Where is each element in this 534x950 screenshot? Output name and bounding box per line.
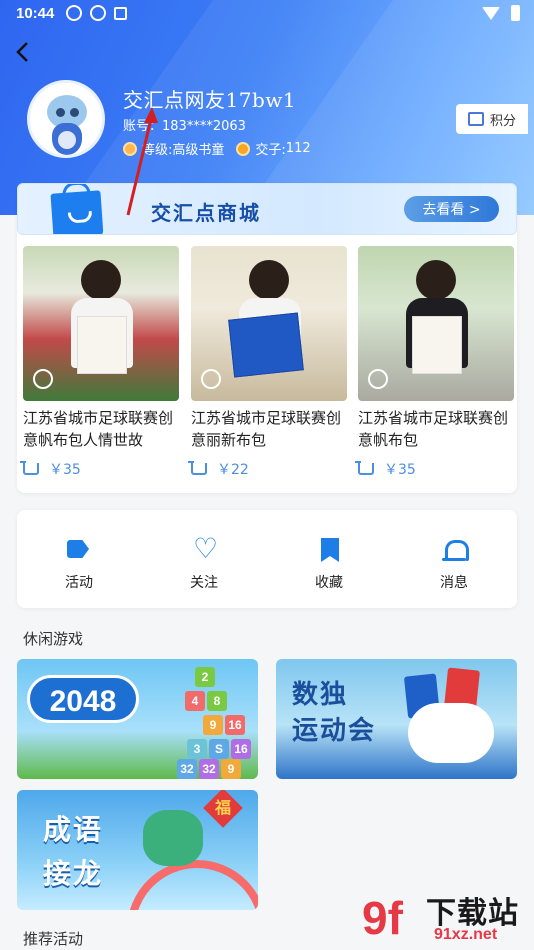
app-notification-icon (114, 7, 127, 20)
cart-icon[interactable] (355, 461, 374, 475)
wifi-icon (482, 7, 500, 20)
product-card[interactable]: 江苏省城市足球联赛创意帆布包人情世故 ￥35 (20, 246, 179, 479)
game-title-line: 数独 (292, 680, 349, 710)
quick-action-label: 活动 (65, 575, 93, 591)
cloud-mascot-icon (408, 703, 494, 763)
game-tile: 3 (187, 739, 207, 759)
cart-icon[interactable] (20, 461, 39, 475)
game-tile: 16 (231, 739, 251, 759)
gift-icon (467, 112, 484, 126)
mall-banner[interactable]: 交汇点商城 去看看 > (17, 183, 517, 235)
status-bar: 10:44 (0, 0, 534, 28)
product-image[interactable] (23, 246, 179, 401)
app-notification-icon (66, 5, 82, 21)
product-price: ￥35 (20, 459, 179, 479)
product-name[interactable]: 江苏省城市足球联赛创意帆布包人情世故 (23, 407, 179, 451)
tag-icon (64, 538, 94, 564)
game-tile: 9 (221, 759, 241, 779)
product-name[interactable]: 江苏省城市足球联赛创意帆布包 (358, 407, 514, 451)
quick-action-label: 收藏 (315, 575, 343, 591)
chevron-left-icon (16, 42, 28, 62)
game-title: 2048 (27, 675, 139, 723)
product-card[interactable]: 江苏省城市足球联赛创意帆布包 ￥35 (355, 246, 514, 479)
watermark-logo: 9f (362, 892, 403, 944)
product-price-value: ￥35 (384, 462, 416, 478)
game-tile: 32 (199, 759, 219, 779)
coin-label: 交子: (255, 143, 286, 158)
points-button[interactable]: 积分 (456, 104, 528, 134)
product-price: ￥35 (355, 459, 514, 479)
game-title-line: 接龙 (43, 857, 104, 890)
game-title-line: 成语 (43, 813, 104, 846)
quick-action-label: 关注 (190, 575, 218, 591)
quick-action-label: 消息 (440, 575, 468, 591)
dragon-mascot-icon (143, 810, 203, 866)
product-price-value: ￥35 (49, 462, 81, 478)
recommend-section-title: 推荐活动 (23, 930, 84, 948)
watermark-url: 91xz.net (434, 926, 498, 943)
product-name[interactable]: 江苏省城市足球联赛创意丽新布包 (191, 407, 347, 451)
bell-icon (439, 538, 469, 564)
back-button[interactable] (12, 40, 42, 70)
quick-action-activity[interactable]: 活动 (39, 538, 119, 592)
bookmark-star-icon (314, 538, 344, 564)
avatar[interactable] (27, 80, 105, 158)
game-tile: 9 (203, 715, 223, 735)
games-section-title: 休闲游戏 (23, 630, 84, 648)
game-idiom-banner[interactable]: 成语 接龙 福 (17, 790, 258, 910)
fu-badge-label: 福 (214, 798, 231, 817)
game-tile: 8 (207, 691, 227, 711)
coin-value: 112 (285, 141, 311, 156)
mall-go-button[interactable]: 去看看 > (404, 196, 499, 222)
app-notification-icon (90, 5, 106, 21)
battery-icon (511, 5, 520, 21)
level-value: 高级书童 (172, 143, 225, 158)
game-2048-banner[interactable]: 2048 2 4 8 9 16 3 S 16 32 32 9 (17, 659, 258, 779)
game-tile: 4 (185, 691, 205, 711)
quick-action-messages[interactable]: 消息 (414, 538, 494, 592)
product-image[interactable] (358, 246, 514, 401)
game-sudoku-banner[interactable]: 数独 运动会 (276, 659, 517, 779)
game-tile: 2 (195, 667, 215, 687)
quick-action-follow[interactable]: 关注 (164, 532, 244, 592)
shopping-bag-icon (50, 190, 104, 234)
coin-icon (236, 141, 251, 156)
product-price: ￥22 (188, 459, 347, 479)
points-label: 积分 (489, 113, 516, 129)
game-title: 数独 运动会 (292, 677, 376, 749)
fu-badge: 福 (203, 790, 243, 828)
game-tile: 32 (177, 759, 197, 779)
status-time: 10:44 (16, 5, 55, 22)
product-price-value: ￥22 (217, 462, 249, 478)
game-title: 成语 接龙 (43, 808, 103, 896)
status-notification-icons (66, 5, 127, 21)
game-title-line: 运动会 (292, 716, 377, 746)
cart-icon[interactable] (188, 461, 207, 475)
game-tile: S (209, 739, 229, 759)
quick-action-favorites[interactable]: 收藏 (289, 538, 369, 592)
annotation-arrow (126, 107, 158, 216)
game-tile: 16 (225, 715, 245, 735)
watermark: 9f 下载站 91xz.net (362, 884, 534, 950)
product-image[interactable] (191, 246, 347, 401)
heart-plus-icon (189, 532, 219, 565)
product-card[interactable]: 江苏省城市足球联赛创意丽新布包 ￥22 (188, 246, 347, 479)
